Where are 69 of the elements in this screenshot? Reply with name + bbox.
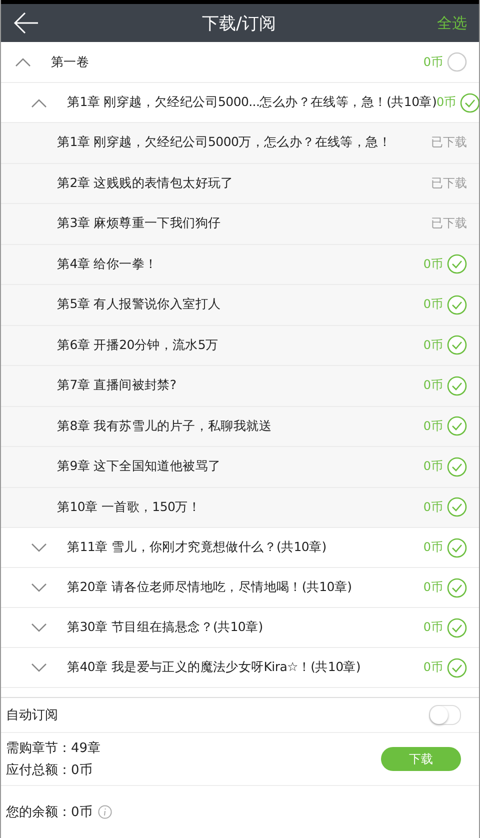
- chapter-title: 第10章 一首歌，150万！: [57, 498, 202, 516]
- price-label: 0币: [423, 296, 443, 314]
- checked-circle-icon[interactable]: [447, 376, 467, 396]
- chapter-title: 第6章 开播20分钟，流水5万: [57, 336, 220, 354]
- volume-title: 第一卷: [51, 54, 90, 70]
- chapter-group-title: 第20章 请各位老师尽情地吃，尽情地喝！(共10章): [67, 579, 353, 596]
- checked-circle-icon[interactable]: [447, 335, 467, 356]
- chapter-row[interactable]: 第3章 麻烦尊重一下我们狗仔 已下载: [1, 204, 479, 244]
- checked-circle-icon[interactable]: [447, 618, 467, 638]
- chapter-title: 第8章 我有苏雪儿的片子，私聊我就送: [57, 418, 273, 435]
- auto-subscribe-label: 自动订阅: [6, 707, 58, 724]
- price-label: 0币: [423, 498, 443, 516]
- downloaded-label: 已下载: [431, 174, 467, 192]
- price-label: 0币: [423, 579, 443, 596]
- chapter-title: 第1章 刚穿越，欠经纪公司5000万，怎么办？在线等，急！: [57, 134, 392, 152]
- expand-caret-icon[interactable]: [31, 662, 47, 672]
- chapter-row[interactable]: 第8章 我有苏雪儿的片子，私聊我就送 0币: [1, 406, 479, 447]
- auto-subscribe-toggle[interactable]: [429, 705, 461, 725]
- chapter-row[interactable]: 第9章 这下全国知道他被骂了 0币: [1, 447, 479, 488]
- chapter-row[interactable]: 第2章 这贱贱的表情包太好玩了 已下载: [1, 164, 479, 204]
- checked-circle-icon[interactable]: [447, 456, 467, 477]
- balance-text: 您的余额：0币: [6, 804, 92, 821]
- chapter-row[interactable]: 第5章 有人报警说你入室打人 0币: [1, 285, 479, 326]
- expand-caret-icon[interactable]: [31, 622, 47, 632]
- chapter-row[interactable]: 第1章 刚穿越，欠经纪公司5000万，怎么办？在线等，急！ 已下载: [1, 123, 479, 164]
- page-title: 下载/订阅: [201, 12, 277, 34]
- price-label: 0币: [423, 659, 443, 676]
- chapter-group-title: 第30章 节目组在搞悬念？(共10章): [67, 619, 264, 636]
- chapter-title: 第4章 给你一拳！: [57, 256, 158, 273]
- chapter-row[interactable]: 第4章 给你一拳！ 0币: [1, 244, 479, 285]
- price-label: 0币: [423, 539, 443, 556]
- chapter-title: 第2章 这贱贱的表情包太好玩了: [57, 174, 234, 192]
- collapse-caret-icon[interactable]: [31, 98, 47, 108]
- checked-circle-icon[interactable]: [447, 254, 467, 274]
- chapter-title: 第9章 这下全国知道他被骂了: [57, 458, 222, 476]
- expand-caret-icon[interactable]: [31, 582, 47, 592]
- price-label: 0币: [423, 336, 443, 354]
- select-all-button[interactable]: 全选: [437, 14, 467, 32]
- chapter-row[interactable]: 第7章 直播间被封禁? 0币: [1, 366, 479, 406]
- price-label: 0币: [423, 418, 443, 435]
- chapter-row[interactable]: 第10章 一首歌，150万！ 0币: [1, 488, 479, 528]
- chapter-title: 第3章 麻烦尊重一下我们狗仔: [57, 215, 222, 232]
- price-label: 0币: [436, 94, 456, 111]
- price-label: 0币: [423, 54, 443, 70]
- checked-circle-icon[interactable]: [447, 497, 467, 518]
- price-label: 0币: [423, 619, 443, 636]
- price-label: 0币: [423, 377, 443, 394]
- info-icon[interactable]: [98, 805, 112, 819]
- downloaded-label: 已下载: [431, 215, 467, 232]
- chapter-title: 第7章 直播间被封禁?: [57, 377, 178, 394]
- checked-circle-icon[interactable]: [447, 538, 467, 558]
- chapter-group-title: 第1章 刚穿越，欠经纪公司5000...怎么办？在线等，急！(共10章): [67, 94, 437, 111]
- collapse-caret-icon[interactable]: [15, 57, 31, 67]
- chapter-group-title: 第11章 雪儿，你刚才究竟想做什么？(共10章): [67, 539, 328, 556]
- chapters-needed-text: 需购章节：49章: [6, 740, 102, 757]
- checked-circle-icon[interactable]: [447, 658, 467, 678]
- downloaded-label: 已下载: [431, 134, 467, 152]
- total-amount-text: 应付总额：0币: [6, 762, 94, 779]
- checked-circle-icon[interactable]: [447, 416, 467, 436]
- expand-caret-icon[interactable]: [31, 542, 47, 552]
- chapter-row[interactable]: 第6章 开播20分钟，流水5万 0币: [1, 326, 479, 366]
- checked-circle-icon[interactable]: [447, 294, 467, 315]
- price-label: 0币: [423, 458, 443, 476]
- back-button[interactable]: [13, 11, 41, 35]
- chapter-group-title: 第40章 我是爱与正义的魔法少女呀Kira☆！(共10章): [67, 659, 362, 676]
- chapter-title: 第5章 有人报警说你入室打人: [57, 296, 222, 314]
- checked-circle-icon[interactable]: [447, 578, 467, 598]
- price-label: 0币: [423, 256, 443, 273]
- empty-circle-icon[interactable]: [447, 52, 467, 72]
